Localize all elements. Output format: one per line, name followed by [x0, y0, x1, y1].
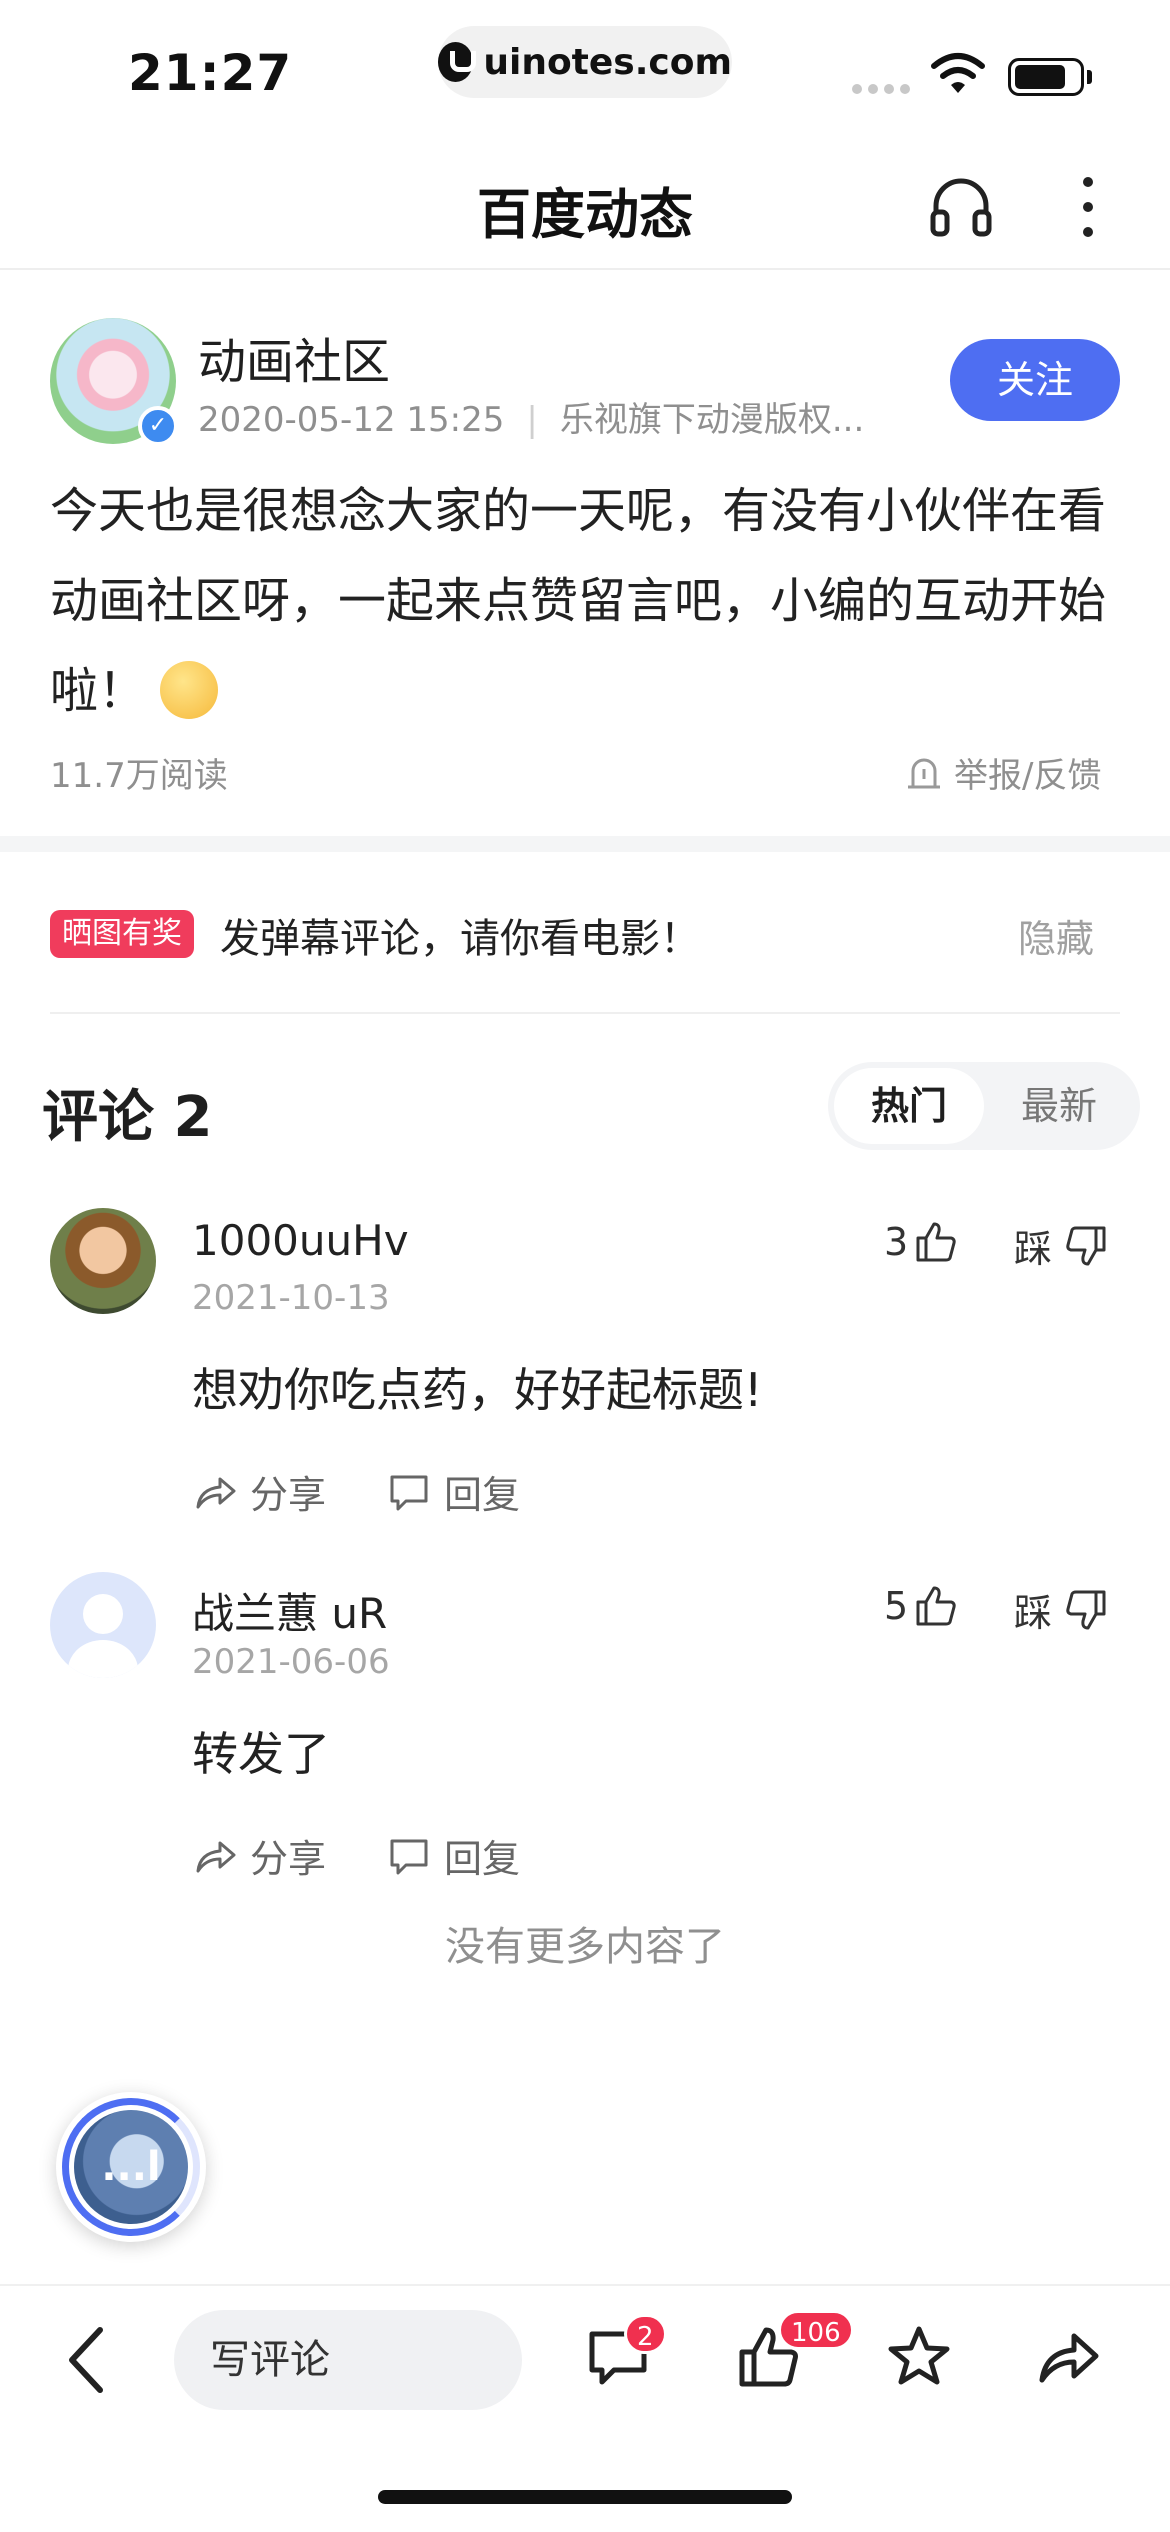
reply-label: 回复 [444, 1473, 521, 1517]
comment-text: 想劝你吃点药，好好起标题! [192, 1363, 763, 1417]
meta-separator: | [526, 400, 538, 440]
comment-sort-tabs: 热门 最新 [828, 1062, 1140, 1150]
reply-icon [390, 1839, 428, 1874]
comment-date: 2021-06-06 [192, 1642, 390, 1682]
back-icon[interactable] [60, 2320, 112, 2400]
read-count: 11.7万阅读 [50, 756, 228, 796]
comments-title: 评论 2 [42, 1085, 213, 1150]
floating-audio-ball[interactable]: ...l [56, 2092, 206, 2242]
commenter-name[interactable]: 1000uuHv [192, 1216, 409, 1265]
thumbs-up-icon [916, 1222, 956, 1262]
like-count: 5 [884, 1584, 909, 1628]
author-name[interactable]: 动画社区 [198, 322, 390, 392]
share-icon [196, 1841, 236, 1872]
divider [50, 1012, 1120, 1014]
site-logo-icon [438, 42, 477, 82]
comment-item: 战兰蕙 uR 2021-06-06 转发了 5 踩 分享 回复 [0, 1572, 1170, 1912]
url-pill[interactable]: uinotes.com [438, 26, 732, 98]
post-meta: 2020-05-12 15:25 | 乐视旗下动漫版权... [198, 392, 898, 441]
comment-item: 1000uuHv 2021-10-13 想劝你吃点药，好好起标题! 3 踩 分享… [0, 1208, 1170, 1548]
share-icon [196, 1477, 236, 1508]
commenter-avatar[interactable] [50, 1572, 156, 1678]
commenter-name[interactable]: 战兰蕙 uR [192, 1580, 387, 1641]
dislike-label: 踩 [1014, 1227, 1053, 1271]
share-button[interactable]: 分享 [192, 1828, 326, 1883]
comment-input[interactable]: 写评论 [174, 2310, 522, 2410]
commenter-avatar[interactable] [50, 1208, 156, 1314]
like-button[interactable]: 5 [884, 1582, 960, 1630]
status-time: 21:27 [128, 44, 293, 102]
thumbs-down-icon [1066, 1226, 1106, 1265]
dislike-button[interactable]: 踩 [1014, 1218, 1110, 1273]
tab-new[interactable]: 最新 [984, 1068, 1134, 1144]
promo-hide-button[interactable]: 隐藏 [1018, 908, 1094, 963]
report-link[interactable]: 举报/反馈 [904, 748, 1101, 797]
report-icon [908, 758, 940, 788]
post-body: 今天也是很想念大家的一天呢，有没有小伙伴在看动画社区呀，一起来点赞留言吧，小编的… [50, 466, 1120, 736]
reply-icon [390, 1475, 428, 1510]
share-icon[interactable] [1034, 2322, 1104, 2392]
thumbs-up-icon [916, 1586, 956, 1626]
share-label: 分享 [250, 1837, 327, 1881]
like-count-badge: 106 [778, 2310, 854, 2350]
verified-icon: ✓ [138, 406, 178, 446]
reply-button[interactable]: 回复 [386, 1828, 520, 1883]
like-count: 3 [884, 1220, 909, 1264]
no-more-content: 没有更多内容了 [445, 1924, 725, 1970]
tab-hot[interactable]: 热门 [834, 1068, 984, 1144]
wifi-icon [931, 53, 985, 93]
more-icon[interactable] [1070, 172, 1106, 242]
post-source: 乐视旗下动漫版权... [559, 400, 865, 440]
battery-tip [1087, 70, 1092, 84]
comment-count-badge: 2 [624, 2314, 667, 2354]
post-date: 2020-05-12 15:25 [198, 400, 505, 440]
smile-emoji-icon [160, 661, 219, 719]
author-avatar[interactable]: ✓ [50, 318, 178, 446]
status-bar: 21:27 uinotes.com [0, 0, 1170, 132]
star-icon[interactable] [884, 2322, 954, 2392]
home-indicator [378, 2490, 792, 2504]
battery-icon [1008, 58, 1084, 96]
thumbs-down-icon [1066, 1590, 1106, 1629]
reply-button[interactable]: 回复 [386, 1464, 520, 1519]
audio-cover: ...l [74, 2110, 188, 2224]
follow-button[interactable]: 关注 [950, 339, 1120, 421]
section-divider [0, 836, 1170, 852]
share-label: 分享 [250, 1473, 327, 1517]
headphone-icon[interactable] [926, 172, 996, 242]
comment-actions: 分享 回复 [192, 1464, 520, 1519]
share-button[interactable]: 分享 [192, 1464, 326, 1519]
comment-date: 2021-10-13 [192, 1278, 390, 1318]
promo-text[interactable]: 发弹幕评论，请你看电影！ [220, 906, 700, 964]
comment-actions: 分享 回复 [192, 1828, 520, 1883]
url-text: uinotes.com [483, 41, 732, 83]
dislike-button[interactable]: 踩 [1014, 1582, 1110, 1637]
like-button[interactable]: 3 [884, 1218, 960, 1266]
signal-icon [852, 84, 910, 94]
comment-text: 转发了 [192, 1727, 330, 1781]
reply-label: 回复 [444, 1837, 521, 1881]
promo-badge: 晒图有奖 [50, 910, 194, 958]
nav-bar: 百度动态 [0, 132, 1170, 270]
dislike-label: 踩 [1014, 1591, 1053, 1635]
report-label: 举报/反馈 [954, 756, 1102, 796]
